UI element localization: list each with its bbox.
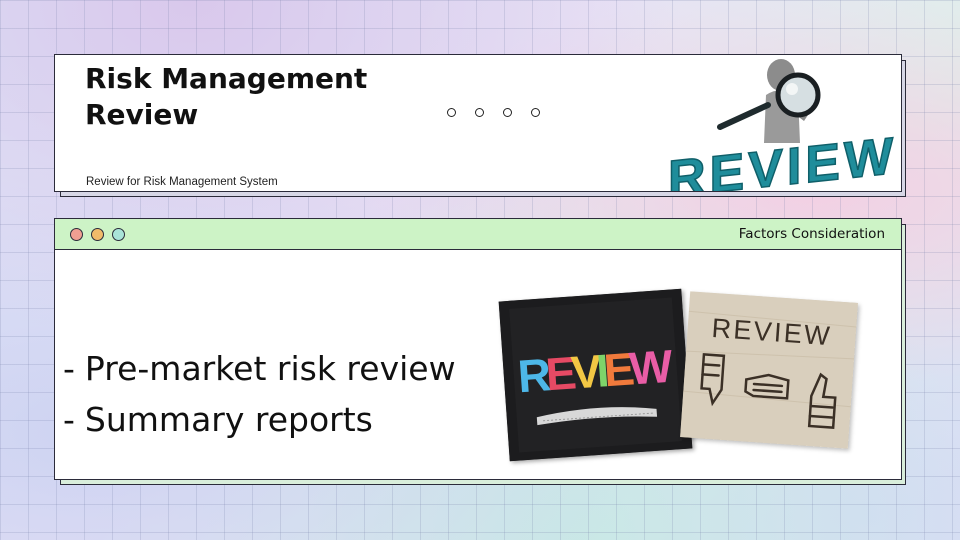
dot-icon: [531, 108, 540, 117]
list-item: - Summary reports: [63, 400, 373, 439]
dot-icon: [475, 108, 484, 117]
maximize-dot-icon[interactable]: [112, 228, 125, 241]
close-dot-icon[interactable]: [70, 228, 83, 241]
chalkboard-review-image: REVIEW: [498, 288, 693, 462]
bullet-text: Summary reports: [84, 400, 373, 439]
dot-icon: [503, 108, 512, 117]
page-subtitle: Review for Risk Management System: [86, 176, 278, 188]
factors-panel: Factors Consideration - Pre-market risk r…: [54, 218, 902, 480]
list-item: - Pre-market risk review: [63, 349, 456, 388]
bullet-list: - Pre-market risk review - Summary reports: [63, 343, 456, 445]
minimize-dot-icon[interactable]: [91, 228, 104, 241]
panel-title: Factors Consideration: [738, 226, 885, 242]
chalk-review-text: REVIEW: [516, 340, 675, 403]
page-title: Risk Management Review: [85, 62, 368, 131]
magnifier-review-icon: REVIEW: [667, 59, 895, 191]
thumbs-review-image: REVIEW: [680, 291, 858, 449]
panel-titlebar: Factors Consideration: [55, 219, 901, 250]
dot-icon: [447, 108, 456, 117]
decorative-dots: [447, 108, 540, 117]
header-card: Risk Management Review Review for Risk M…: [54, 54, 902, 192]
bullet-text: Pre-market risk review: [84, 349, 456, 388]
